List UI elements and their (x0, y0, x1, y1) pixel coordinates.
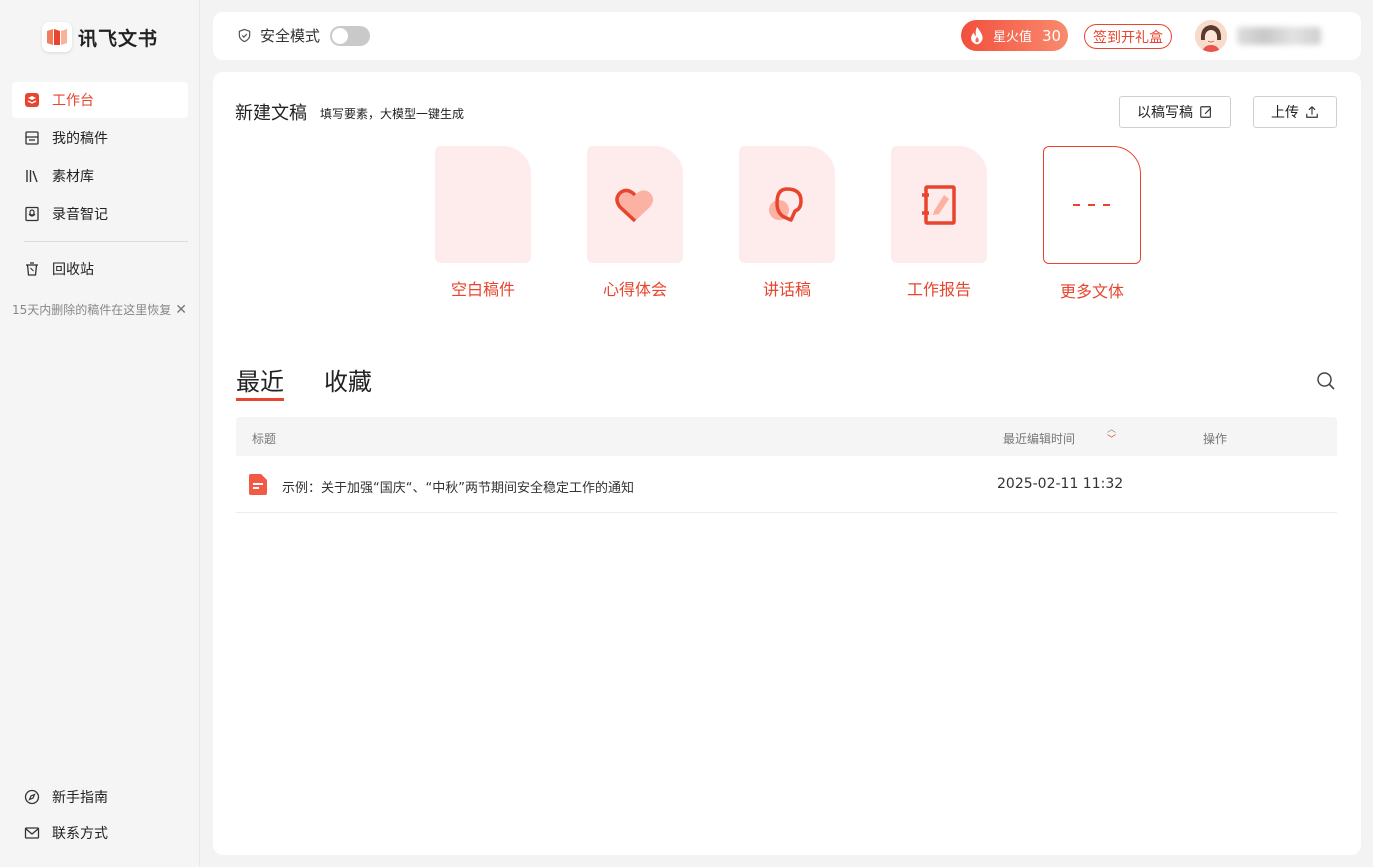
logo-icon (42, 22, 72, 52)
workbench-icon (25, 93, 39, 107)
table-row[interactable]: 示例：关于加强“国庆“、“中秋”两节期间安全稳定工作的通知 2025-02-11… (236, 456, 1337, 513)
write-from-draft-button[interactable]: 以稿写稿 (1119, 96, 1231, 128)
recycle-hint-text: 15天内删除的稿件在这里恢复 (12, 303, 172, 317)
tab-active-indicator (236, 398, 284, 401)
template-blank-label[interactable]: 空白稿件 (435, 276, 531, 300)
mail-icon (24, 827, 40, 839)
fire-value-label: 星火值 (993, 30, 1033, 45)
top-bar: 安全模式 星火值 30 签到开礼盒 (213, 12, 1361, 60)
sidebar-item-contact[interactable]: 联系方式 (12, 815, 188, 851)
main-panel: 新建文稿 填写要素，大模型一键生成 以稿写稿 上传 空白稿件 心得体会 讲话稿 (213, 72, 1361, 855)
column-edited: 最近编辑时间 (1003, 432, 1076, 446)
search-icon[interactable] (1316, 371, 1336, 395)
sidebar: 讯飞文书 工作台 我的稿件 素材库 录音智记 回收站 15天内删除的稿件在这里恢… (0, 0, 200, 867)
sidebar-item-library[interactable]: 素材库 (12, 158, 188, 194)
sort-down-icon: ﹀ (1107, 435, 1117, 445)
heart-icon (615, 188, 653, 222)
column-actions: 操作 (1203, 432, 1228, 446)
report-icon (922, 184, 956, 225)
app-logo[interactable]: 讯飞文书 (42, 22, 158, 52)
tab-favorites[interactable]: 收藏 (324, 362, 372, 397)
template-report-card[interactable] (891, 146, 987, 263)
sort-toggle[interactable]: ︿ ﹀ (1107, 425, 1116, 445)
more-dashes-icon (1073, 204, 1110, 206)
tab-recent[interactable]: 最近 (236, 362, 284, 397)
sidebar-item-recorder[interactable]: 录音智记 (12, 196, 188, 232)
safe-mode-toggle[interactable] (330, 25, 371, 46)
speech-icon (769, 186, 803, 222)
upload-button[interactable]: 上传 (1253, 96, 1337, 128)
username-redacted (1237, 27, 1321, 45)
write-from-draft-label: 以稿写稿 (1137, 105, 1193, 121)
sort-up-icon: ︿ (1107, 425, 1117, 435)
recorder-icon (25, 206, 39, 222)
logo-text: 讯飞文书 (78, 27, 159, 50)
close-icon[interactable]: ✕ (175, 302, 187, 318)
template-experience-label[interactable]: 心得体会 (587, 276, 683, 300)
upload-icon (1306, 105, 1318, 118)
sidebar-item-trash[interactable]: 回收站 (12, 251, 188, 287)
edit-doc-icon (1200, 106, 1212, 118)
template-speech-card[interactable] (739, 146, 835, 263)
flame-icon (971, 26, 983, 44)
new-doc-title: 新建文稿 (235, 103, 307, 124)
sidebar-item-label: 联系方式 (52, 826, 108, 842)
drafts-icon (25, 131, 39, 145)
compass-icon (24, 789, 40, 805)
sidebar-item-label: 素材库 (52, 169, 94, 185)
sidebar-item-label: 录音智记 (52, 207, 108, 223)
template-blank-card[interactable] (435, 146, 531, 263)
avatar-portrait-icon (1195, 20, 1227, 52)
document-icon (249, 474, 267, 499)
template-more-label[interactable]: 更多文体 (1044, 278, 1140, 302)
fire-value-badge[interactable]: 星火值 30 (961, 20, 1068, 51)
sidebar-item-label: 回收站 (52, 262, 94, 278)
sidebar-item-workbench[interactable]: 工作台 (12, 82, 188, 118)
recycle-hint: 15天内删除的稿件在这里恢复 ✕ (12, 301, 187, 318)
trash-icon (26, 262, 38, 276)
library-icon (26, 170, 38, 183)
checkin-gift-button[interactable]: 签到开礼盒 (1084, 24, 1172, 49)
row-title: 示例：关于加强“国庆“、“中秋”两节期间安全稳定工作的通知 (282, 481, 634, 496)
column-title: 标题 (252, 432, 277, 446)
safe-mode: 安全模式 (237, 25, 371, 46)
sidebar-divider (24, 241, 188, 242)
template-speech-label[interactable]: 讲话稿 (739, 276, 835, 300)
sidebar-item-label: 我的稿件 (52, 131, 108, 147)
new-doc-subtitle: 填写要素，大模型一键生成 (320, 107, 465, 121)
shield-icon (238, 28, 251, 43)
table-header: 标题 最近编辑时间 ︿ ﹀ 操作 (236, 417, 1337, 456)
fire-value-number: 30 (1042, 26, 1062, 45)
row-edited-time: 2025-02-11 11:32 (997, 476, 1124, 492)
sidebar-item-drafts[interactable]: 我的稿件 (12, 120, 188, 156)
avatar[interactable] (1195, 20, 1227, 52)
upload-label: 上传 (1271, 105, 1299, 121)
sidebar-item-label: 工作台 (52, 93, 94, 109)
sidebar-item-label: 新手指南 (52, 790, 108, 806)
safe-mode-label: 安全模式 (260, 27, 321, 45)
sidebar-item-guide[interactable]: 新手指南 (12, 779, 188, 815)
template-report-label[interactable]: 工作报告 (891, 276, 987, 300)
template-more-card[interactable] (1043, 146, 1141, 264)
template-experience-card[interactable] (587, 146, 683, 263)
